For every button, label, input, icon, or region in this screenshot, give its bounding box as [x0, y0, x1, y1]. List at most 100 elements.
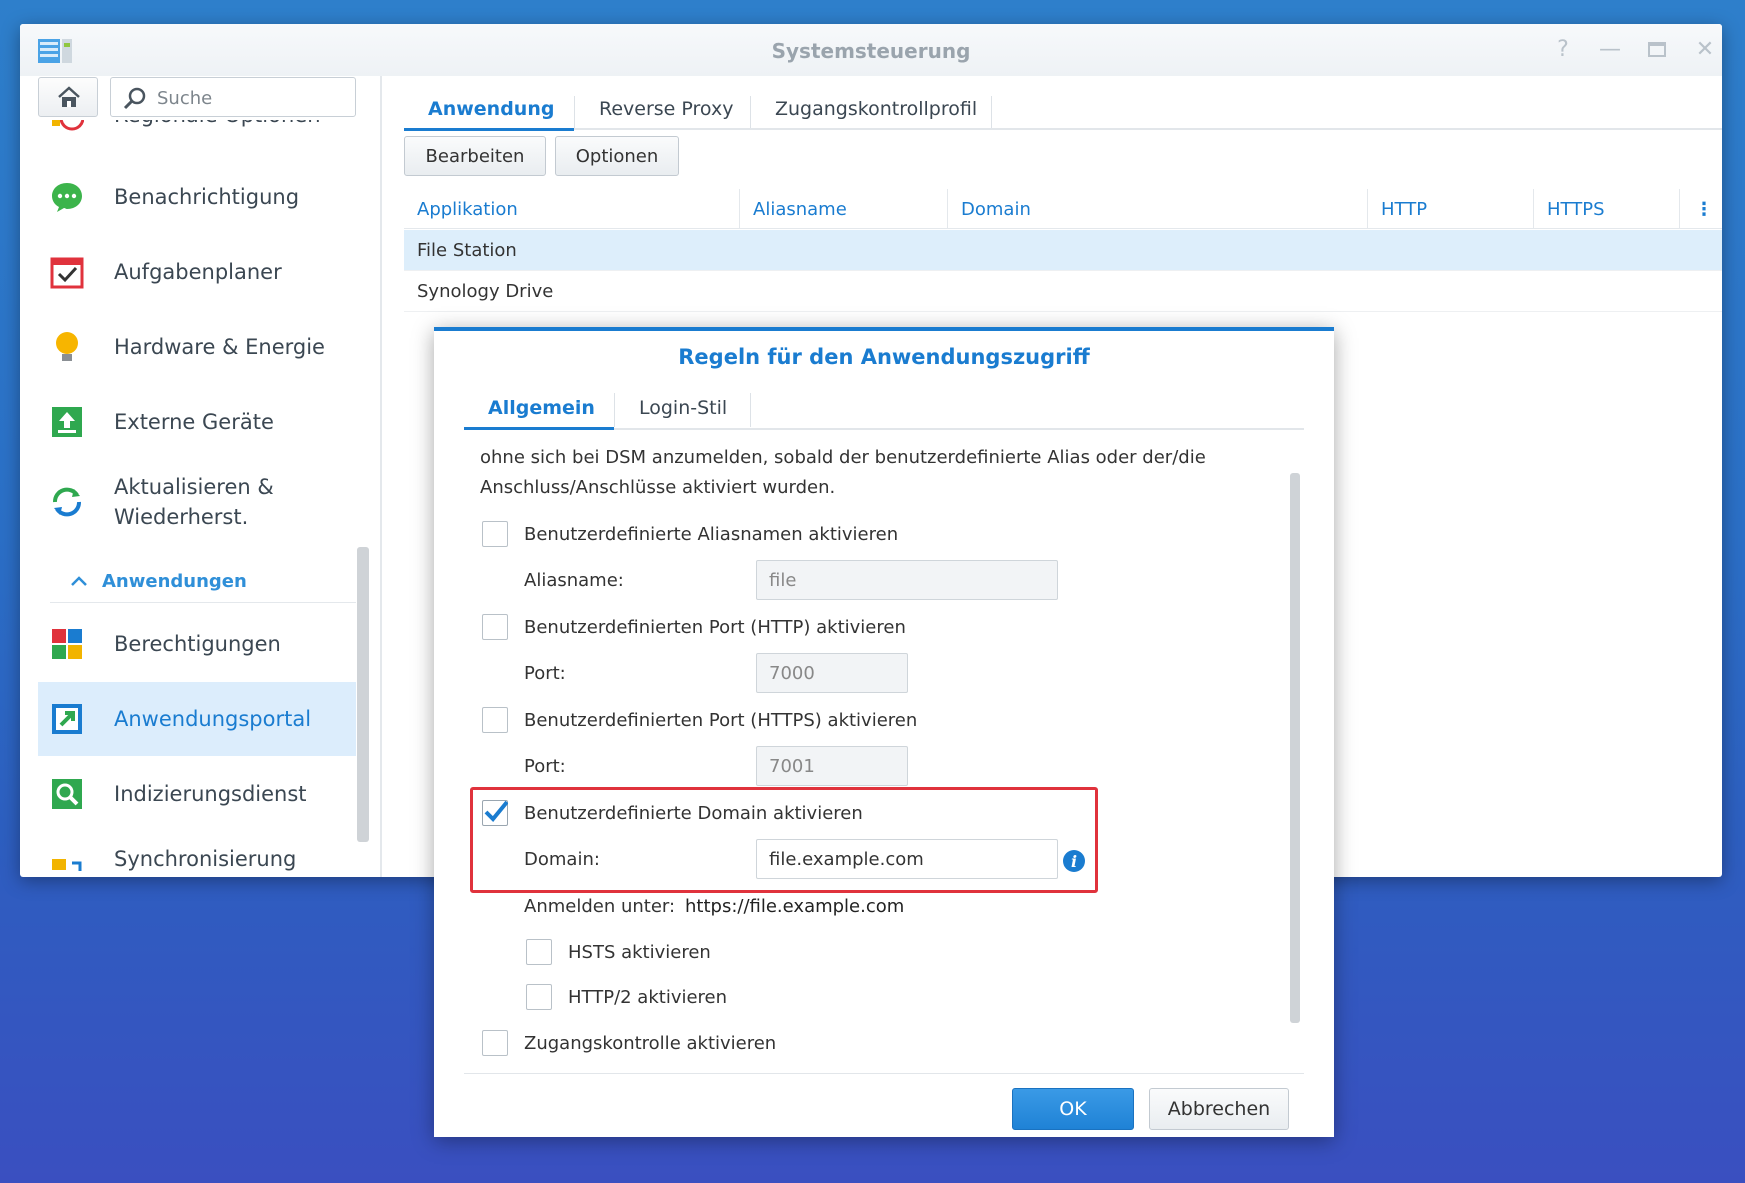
dialog-title: Regeln für den Anwendungszugriff: [678, 345, 1090, 369]
sidebar-item-label: Anwendungsportal: [114, 707, 312, 731]
tab-access-control-profile[interactable]: Zugangskontrollprofil: [751, 88, 1001, 130]
chevron-up-icon: [71, 576, 87, 586]
access-control-checkbox[interactable]: [482, 1030, 508, 1056]
http2-checkbox[interactable]: [526, 984, 552, 1010]
dialog-tab-login-style[interactable]: Login-Stil: [615, 387, 751, 429]
sidebar-item-label: Aufgabenplaner: [114, 260, 282, 284]
close-icon[interactable]: ✕: [1692, 37, 1718, 63]
sidebar-item-hardware-power[interactable]: Hardware & Energie: [38, 310, 356, 384]
table-cell-application: File Station: [417, 239, 517, 261]
hardware-power-icon: [56, 332, 78, 361]
tab-separator: [750, 393, 751, 427]
sidebar-item-task-scheduler[interactable]: Aufgabenplaner: [38, 235, 356, 309]
minimize-icon[interactable]: —: [1597, 37, 1623, 63]
table-row[interactable]: File Station: [404, 230, 1722, 271]
https-port-label: Port:: [524, 756, 566, 777]
edit-button[interactable]: Bearbeiten: [404, 136, 546, 176]
sidebar-item-label: Hardware & Energie: [114, 335, 325, 359]
dialog-intro-text-line2: Anschluss/Anschlüsse aktiviert wurden.: [480, 477, 836, 498]
application-portal-icon: [52, 704, 82, 734]
search-input[interactable]: [155, 86, 345, 110]
http-port-checkbox[interactable]: [482, 614, 508, 640]
search-icon: [123, 87, 146, 110]
sidebar-section-applications[interactable]: Anwendungen: [50, 567, 356, 603]
indexing-service-icon: [52, 779, 82, 809]
info-icon[interactable]: i: [1062, 849, 1086, 873]
https-port-input[interactable]: [756, 746, 908, 786]
sidebar-item-label: Regionale Optionen: [114, 120, 321, 130]
column-header-application[interactable]: Applikation: [404, 189, 740, 229]
update-restore-icon: [52, 487, 82, 517]
sidebar-item-external-devices[interactable]: Externe Geräte: [38, 385, 356, 459]
hsts-checkbox[interactable]: [526, 939, 552, 965]
home-icon: [58, 86, 80, 107]
column-header-alias[interactable]: Aliasname: [740, 189, 948, 229]
column-header-https[interactable]: HTTPS: [1534, 189, 1680, 229]
dialog-tab-general[interactable]: Allgemein: [464, 387, 619, 429]
access-control-checkbox-label: Zugangskontrolle aktivieren: [524, 1033, 777, 1054]
tab-active-indicator: [404, 128, 574, 131]
login-at-label: Anmelden unter:: [524, 896, 676, 917]
sidebar-section-label: Anwendungen: [102, 571, 247, 592]
sidebar-item-regional-options[interactable]: Regionale Optionen: [38, 120, 356, 152]
sidebar-item-label: Aktualisieren & Wiederherst.: [114, 475, 274, 529]
sidebar-item-label: Indizierungsdienst: [114, 782, 307, 806]
tab-reverse-proxy[interactable]: Reverse Proxy: [575, 88, 757, 130]
domain-input[interactable]: [756, 839, 1058, 879]
sidebar-item-privileges[interactable]: Berechtigungen: [38, 607, 356, 681]
sidebar-item-notification[interactable]: Benachrichtigung: [38, 160, 356, 234]
privileges-icon: [52, 629, 82, 659]
external-devices-icon: [52, 407, 82, 437]
https-port-checkbox-label: Benutzerdefinierten Port (HTTPS) aktivie…: [524, 710, 918, 731]
alias-checkbox-label: Benutzerdefinierte Aliasnamen aktivieren: [524, 524, 899, 545]
access-rules-dialog: Regeln für den Anwendungszugriff Allgeme…: [434, 327, 1334, 1137]
table-row[interactable]: Synology Drive: [404, 271, 1722, 312]
notification-icon: [52, 183, 82, 212]
grid-header: Applikation Aliasname Domain HTTP HTTPS …: [404, 189, 1722, 229]
https-port-checkbox[interactable]: [482, 707, 508, 733]
sidebar-divider: [380, 76, 382, 877]
home-button[interactable]: [38, 77, 98, 117]
alias-label: Aliasname:: [524, 570, 624, 591]
sidebar-item-shared-folder-sync[interactable]: Synchronisierung freigegebener Ordner: [38, 832, 356, 877]
options-button[interactable]: Optionen: [555, 136, 679, 176]
http2-checkbox-label: HTTP/2 aktivieren: [568, 987, 728, 1008]
http-port-label: Port:: [524, 663, 566, 684]
window-title: Systemsteuerung: [771, 39, 971, 63]
sidebar-item-label: Benachrichtigung: [114, 185, 300, 209]
sidebar-item-update-restore[interactable]: Aktualisieren & Wiederherst.: [38, 460, 356, 544]
shared-folder-sync-icon: [52, 859, 82, 871]
sidebar-scrollbar[interactable]: [357, 547, 369, 842]
login-at-url[interactable]: https://file.example.com: [685, 896, 904, 917]
sidebar-item-label: Berechtigungen: [114, 632, 281, 656]
table-cell-application: Synology Drive: [417, 280, 554, 302]
sidebar-item-indexing-service[interactable]: Indizierungsdienst: [38, 757, 356, 831]
dialog-scrollbar[interactable]: [1290, 473, 1300, 1023]
column-menu-icon[interactable]: ⋮: [1694, 199, 1714, 220]
sidebar: Regionale Optionen Benachrichtigung Aufg…: [20, 120, 380, 877]
task-scheduler-icon: [50, 257, 84, 289]
alias-checkbox[interactable]: [482, 521, 508, 547]
tab-application[interactable]: Anwendung: [404, 88, 578, 130]
cancel-button[interactable]: Abbrechen: [1149, 1088, 1289, 1130]
column-header-domain[interactable]: Domain: [948, 189, 1368, 229]
dialog-intro-text-line1: ohne sich bei DSM anzumelden, sobald der…: [480, 447, 1206, 468]
svg-text:i: i: [1071, 852, 1077, 871]
domain-checkbox-label: Benutzerdefinierte Domain aktivieren: [524, 803, 863, 824]
http-port-input[interactable]: [756, 653, 908, 693]
tab-separator: [991, 96, 992, 130]
domain-label: Domain:: [524, 849, 600, 870]
hsts-checkbox-label: HSTS aktivieren: [568, 942, 711, 963]
help-icon[interactable]: ?: [1550, 37, 1576, 63]
domain-checkbox[interactable]: [482, 800, 508, 826]
alias-input[interactable]: [756, 560, 1058, 600]
column-header-http[interactable]: HTTP: [1368, 189, 1534, 229]
search-box[interactable]: [110, 77, 356, 117]
dialog-footer-divider: [464, 1073, 1304, 1074]
sidebar-item-application-portal[interactable]: Anwendungsportal: [38, 682, 356, 756]
ok-button[interactable]: OK: [1012, 1088, 1134, 1130]
tab-underline: [404, 128, 1722, 130]
maximize-icon[interactable]: [1644, 37, 1670, 63]
checkmark-icon: [484, 800, 508, 822]
window-titlebar[interactable]: Systemsteuerung ? — ✕: [20, 24, 1722, 76]
